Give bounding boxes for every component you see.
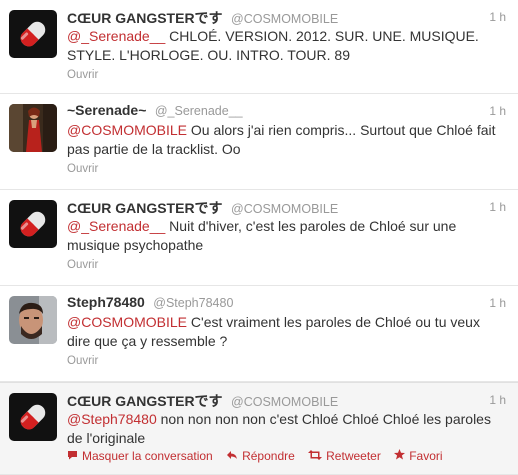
favorite-label: Favori bbox=[409, 449, 443, 463]
author-username[interactable]: @COSMOMOBILE bbox=[231, 12, 338, 26]
hide-conversation-button[interactable]: Masquer la conversation bbox=[67, 449, 213, 463]
author-username[interactable]: @COSMOMOBILE bbox=[231, 395, 338, 409]
retweet-label: Retweeter bbox=[326, 449, 381, 463]
mention-link[interactable]: @_Serenade__ bbox=[67, 218, 165, 234]
conversation-timeline: CŒUR GANGSTERです @COSMOMOBILE 1 h @_Seren… bbox=[0, 0, 518, 475]
tweet-timestamp[interactable]: 1 h bbox=[489, 200, 506, 214]
author-fullname[interactable]: CŒUR GANGSTERです bbox=[67, 10, 223, 26]
tweet-expanded[interactable]: CŒUR GANGSTERです @COSMOMOBILE 1 h @Steph7… bbox=[0, 382, 518, 475]
tweet[interactable]: ~Serenade~ @_Serenade__ 1 h @COSMOMOBILE… bbox=[0, 94, 518, 190]
mention-link[interactable]: @Steph78480 bbox=[67, 411, 157, 427]
author-fullname[interactable]: CŒUR GANGSTERです bbox=[67, 200, 223, 216]
capsule-avatar[interactable] bbox=[9, 10, 57, 58]
favorite-button[interactable]: Favori bbox=[394, 449, 443, 463]
tweet-timestamp[interactable]: 1 h bbox=[489, 393, 506, 407]
tweet-actions: Masquer la conversation Répondre Retweet… bbox=[67, 449, 506, 463]
capsule-avatar[interactable] bbox=[9, 200, 57, 248]
mention-link[interactable]: @_Serenade__ bbox=[67, 28, 165, 44]
tweet[interactable]: Steph78480 @Steph78480 1 h @COSMOMOBILE … bbox=[0, 286, 518, 382]
tweet-timestamp[interactable]: 1 h bbox=[489, 10, 506, 24]
retweet-button[interactable]: Retweeter bbox=[308, 449, 381, 463]
mention-link[interactable]: @COSMOMOBILE bbox=[67, 122, 187, 138]
man-portrait-avatar[interactable] bbox=[9, 296, 57, 344]
author-username[interactable]: @_Serenade__ bbox=[155, 104, 243, 118]
reply-label: Répondre bbox=[242, 449, 295, 463]
tweet-text: @COSMOMOBILE Ou alors j'ai rien compris.… bbox=[67, 121, 506, 159]
retweet-icon bbox=[308, 449, 323, 463]
reply-button[interactable]: Répondre bbox=[226, 449, 295, 463]
woman-red-dress-avatar[interactable] bbox=[9, 104, 57, 152]
author-fullname[interactable]: ~Serenade~ bbox=[67, 102, 146, 118]
open-tweet-link[interactable]: Ouvrir bbox=[67, 355, 98, 367]
mention-link[interactable]: @COSMOMOBILE bbox=[67, 314, 187, 330]
open-tweet-link[interactable]: Ouvrir bbox=[67, 259, 98, 271]
tweet-text: @COSMOMOBILE C'est vraiment les paroles … bbox=[67, 313, 506, 351]
open-tweet-link[interactable]: Ouvrir bbox=[67, 69, 98, 81]
tweet[interactable]: CŒUR GANGSTERです @COSMOMOBILE 1 h @_Seren… bbox=[0, 0, 518, 94]
tweet-timestamp[interactable]: 1 h bbox=[489, 104, 506, 118]
reply-arrow-icon bbox=[226, 449, 238, 463]
tweet[interactable]: CŒUR GANGSTERです @COSMOMOBILE 1 h @_Seren… bbox=[0, 190, 518, 286]
star-icon bbox=[394, 449, 406, 463]
author-username[interactable]: @COSMOMOBILE bbox=[231, 202, 338, 216]
tweet-text: @Steph78480 non non non non c'est Chloé … bbox=[67, 410, 506, 448]
capsule-avatar[interactable] bbox=[9, 393, 57, 441]
author-fullname[interactable]: CŒUR GANGSTERです bbox=[67, 393, 223, 409]
tweet-text: @_Serenade__ CHLOÉ. VERSION. 2012. SUR. … bbox=[67, 27, 506, 65]
tweet-text: @_Serenade__ Nuit d'hiver, c'est les par… bbox=[67, 217, 506, 255]
author-username[interactable]: @Steph78480 bbox=[153, 296, 233, 310]
hide-conversation-label: Masquer la conversation bbox=[82, 449, 213, 463]
author-fullname[interactable]: Steph78480 bbox=[67, 294, 145, 310]
tweet-timestamp[interactable]: 1 h bbox=[489, 296, 506, 310]
open-tweet-link[interactable]: Ouvrir bbox=[67, 163, 98, 175]
speech-bubble-icon bbox=[67, 449, 78, 463]
